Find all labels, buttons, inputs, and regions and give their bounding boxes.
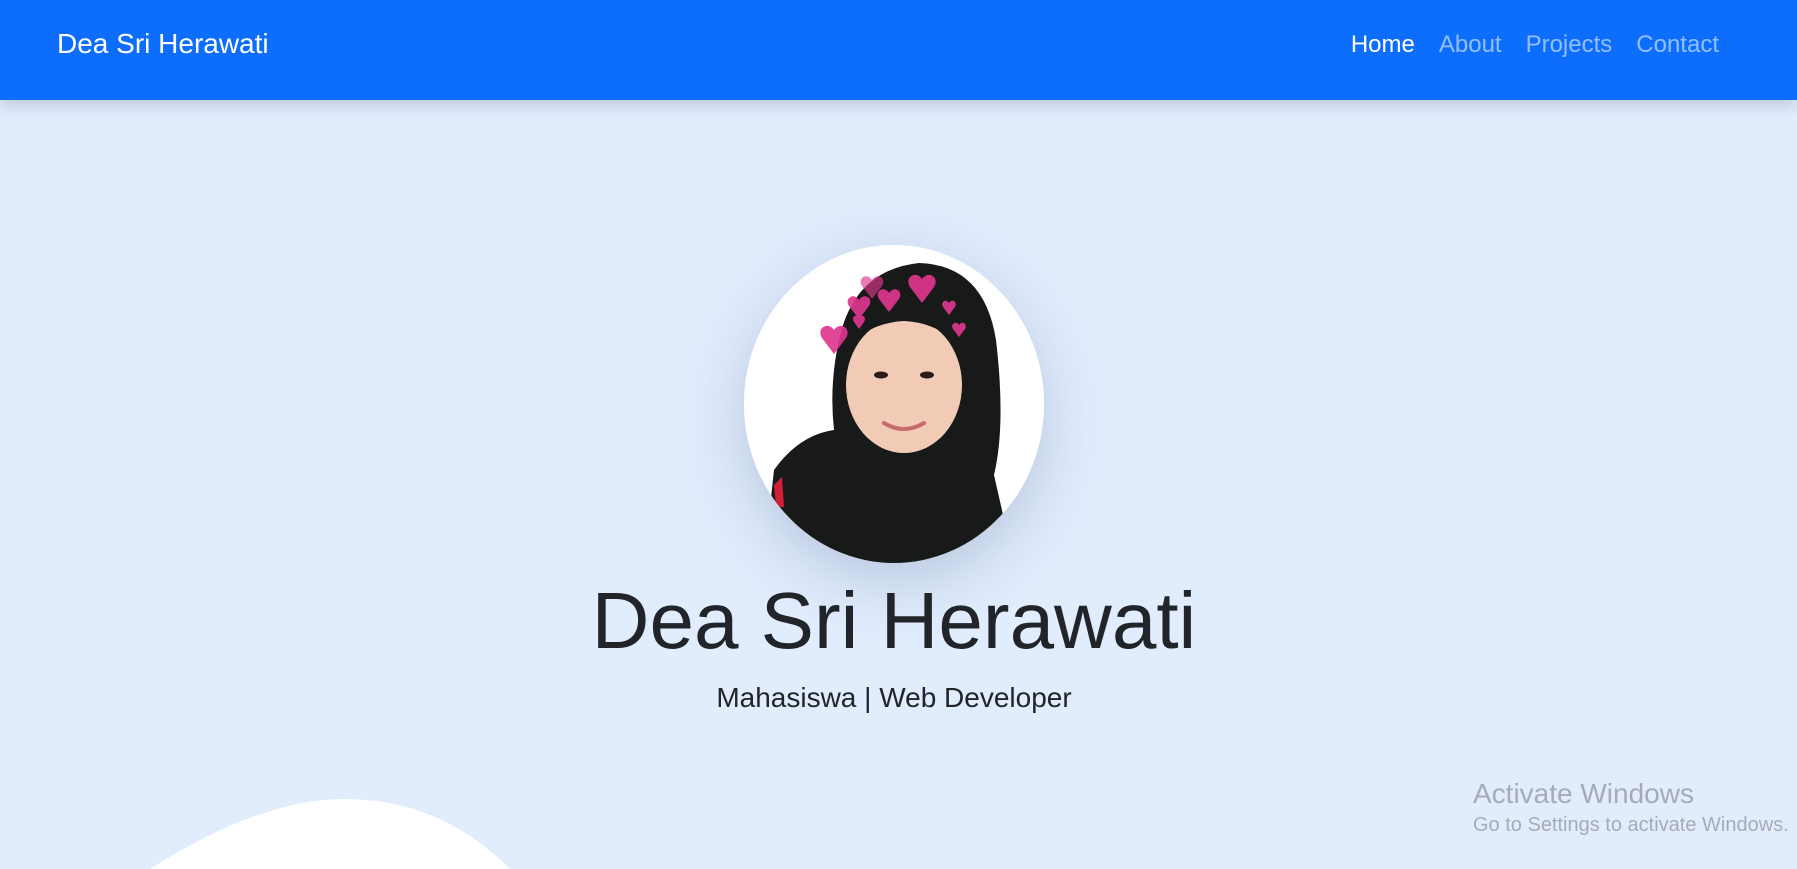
navbar: Dea Sri Herawati Home About Projects Con…	[0, 0, 1797, 100]
nav-link-about[interactable]: About	[1439, 31, 1502, 58]
brand-link[interactable]: Dea Sri Herawati	[57, 28, 269, 60]
activate-title: Activate Windows	[1473, 778, 1694, 809]
nav-item-contact: Contact	[1636, 31, 1719, 59]
nav-link-contact[interactable]: Contact	[1636, 31, 1719, 58]
hero-role: Mahasiswa | Web Developer	[716, 682, 1072, 713]
nav-item-projects: Projects	[1526, 31, 1613, 59]
nav-link-home[interactable]: Home	[1351, 31, 1415, 58]
nav-links: Home About Projects Contact	[1351, 31, 1719, 59]
hero-name: Dea Sri Herawati	[591, 576, 1197, 665]
windows-activation-watermark: Activate Windows Go to Settings to activ…	[1473, 778, 1789, 837]
nav-item-about: About	[1439, 31, 1502, 59]
nav-item-home: Home	[1351, 31, 1415, 59]
nav-link-projects[interactable]: Projects	[1526, 31, 1613, 58]
activate-subtitle: Go to Settings to activate Windows.	[1473, 814, 1789, 836]
profile-photo	[744, 245, 1044, 563]
hero-section: Dea Sri Herawati Mahasiswa | Web Develop…	[0, 100, 1797, 869]
